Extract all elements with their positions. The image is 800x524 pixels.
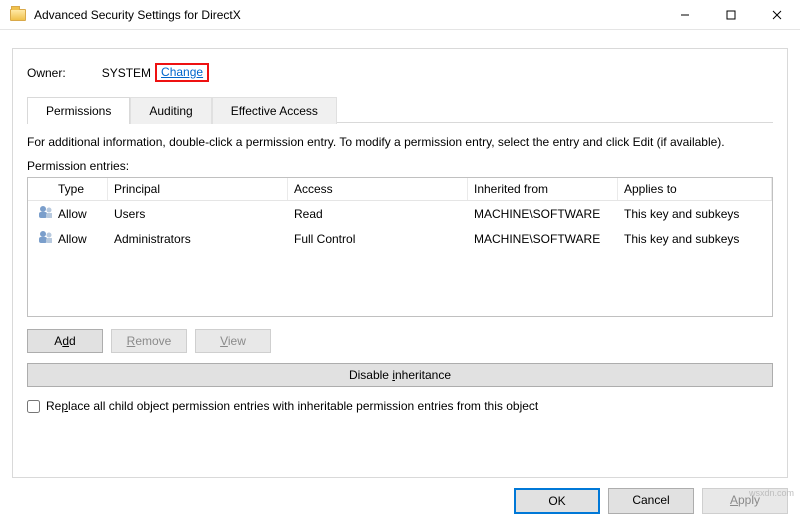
- minimize-button[interactable]: [662, 0, 708, 29]
- cell-inherited: MACHINE\SOFTWARE: [468, 229, 618, 249]
- change-highlight: Change: [155, 63, 209, 82]
- disable-inheritance-button[interactable]: Disable inheritance: [27, 363, 773, 387]
- owner-row: Owner: SYSTEM Change: [27, 63, 773, 82]
- grid-header: Type Principal Access Inherited from App…: [28, 178, 772, 201]
- owner-value: SYSTEM: [102, 66, 151, 80]
- col-access[interactable]: Access: [288, 178, 468, 200]
- principal-icon: [38, 229, 52, 245]
- close-button[interactable]: [754, 0, 800, 29]
- info-text: For additional information, double-click…: [27, 135, 773, 149]
- principal-icon: [38, 204, 52, 220]
- view-button: View: [195, 329, 271, 353]
- folder-icon: [10, 9, 26, 21]
- main-panel: Owner: SYSTEM Change Permissions Auditin…: [12, 48, 788, 478]
- tab-strip: Permissions Auditing Effective Access: [27, 96, 773, 123]
- cell-access: Read: [288, 204, 468, 224]
- remove-button: Remove: [111, 329, 187, 353]
- ok-button[interactable]: OK: [514, 488, 600, 514]
- permissions-grid[interactable]: Type Principal Access Inherited from App…: [27, 177, 773, 317]
- replace-children-checkbox[interactable]: [27, 400, 40, 413]
- table-row[interactable]: Allow Administrators Full Control MACHIN…: [28, 226, 772, 251]
- tab-permissions[interactable]: Permissions: [27, 97, 130, 124]
- replace-children-label: Replace all child object permission entr…: [46, 399, 538, 413]
- cell-access: Full Control: [288, 229, 468, 249]
- cell-applies: This key and subkeys: [618, 204, 772, 224]
- cancel-button[interactable]: Cancel: [608, 488, 694, 514]
- window-title: Advanced Security Settings for DirectX: [34, 8, 662, 22]
- add-button[interactable]: Add: [27, 329, 103, 353]
- table-row[interactable]: Allow Users Read MACHINE\SOFTWARE This k…: [28, 201, 772, 226]
- entries-label: Permission entries:: [27, 159, 773, 173]
- col-applies[interactable]: Applies to: [618, 178, 772, 200]
- watermark: wsxdn.com: [749, 488, 794, 498]
- owner-label: Owner:: [27, 66, 66, 80]
- titlebar: Advanced Security Settings for DirectX: [0, 0, 800, 30]
- col-inherited[interactable]: Inherited from: [468, 178, 618, 200]
- maximize-button[interactable]: [708, 0, 754, 29]
- col-type[interactable]: Type: [52, 178, 108, 200]
- cell-applies: This key and subkeys: [618, 229, 772, 249]
- col-principal[interactable]: Principal: [108, 178, 288, 200]
- dialog-footer: OK Cancel Apply: [0, 478, 800, 524]
- cell-inherited: MACHINE\SOFTWARE: [468, 204, 618, 224]
- tab-auditing[interactable]: Auditing: [130, 97, 211, 124]
- change-link[interactable]: Change: [161, 65, 203, 79]
- cell-type: Allow: [52, 229, 108, 249]
- cell-principal: Administrators: [108, 229, 288, 249]
- cell-type: Allow: [52, 204, 108, 224]
- tab-effective-access[interactable]: Effective Access: [212, 97, 337, 124]
- cell-principal: Users: [108, 204, 288, 224]
